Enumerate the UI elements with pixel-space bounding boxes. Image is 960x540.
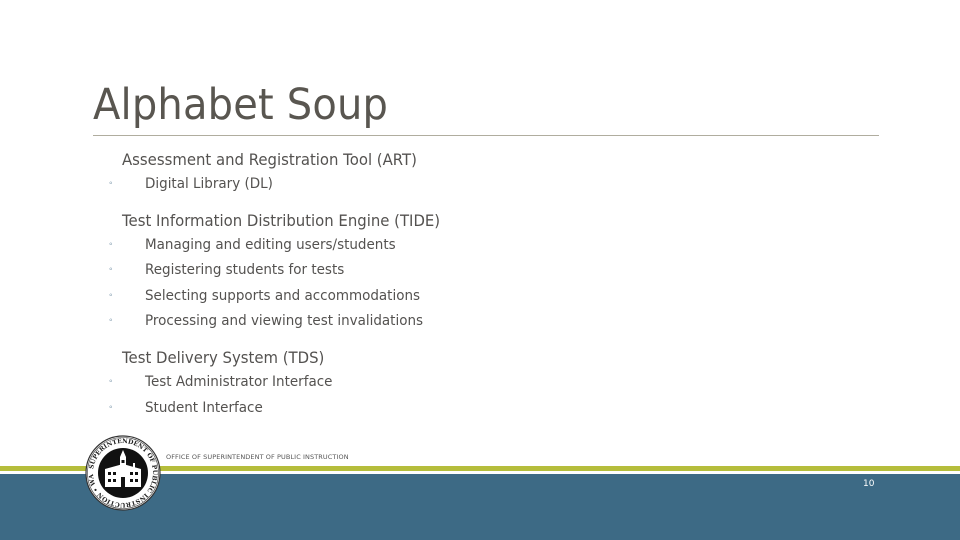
title-divider bbox=[93, 135, 879, 136]
list-item: Digital Library (DL) bbox=[145, 176, 273, 192]
page-number: 10 bbox=[863, 479, 875, 489]
ospi-seal-icon: SUPERINTENDENT OF PUBLIC INSTRUCTION • W… bbox=[85, 435, 161, 511]
bullet-icon: ◦ bbox=[109, 239, 113, 250]
bullet-icon: ◦ bbox=[109, 376, 113, 387]
bullet-icon: ◦ bbox=[109, 264, 113, 275]
list-item: Registering students for tests bbox=[145, 262, 345, 278]
section-heading: Test Information Distribution Engine (TI… bbox=[122, 211, 441, 230]
list-item: Managing and editing users/students bbox=[145, 237, 396, 253]
section-heading: Assessment and Registration Tool (ART) bbox=[122, 150, 417, 169]
section-heading: Test Delivery System (TDS) bbox=[122, 348, 325, 367]
list-item: Selecting supports and accommodations bbox=[145, 288, 421, 304]
bullet-icon: ◦ bbox=[109, 290, 113, 301]
list-item: Processing and viewing test invalidation… bbox=[145, 313, 424, 329]
list-item: Student Interface bbox=[145, 400, 263, 416]
list-item: Test Administrator Interface bbox=[145, 374, 333, 390]
bullet-icon: ◦ bbox=[109, 315, 113, 326]
bullet-icon: ◦ bbox=[109, 178, 113, 189]
slide-title: Alphabet Soup bbox=[93, 80, 389, 130]
bullet-icon: ◦ bbox=[109, 402, 113, 413]
organization-name: OFFICE OF SUPERINTENDENT OF PUBLIC INSTR… bbox=[166, 453, 349, 461]
